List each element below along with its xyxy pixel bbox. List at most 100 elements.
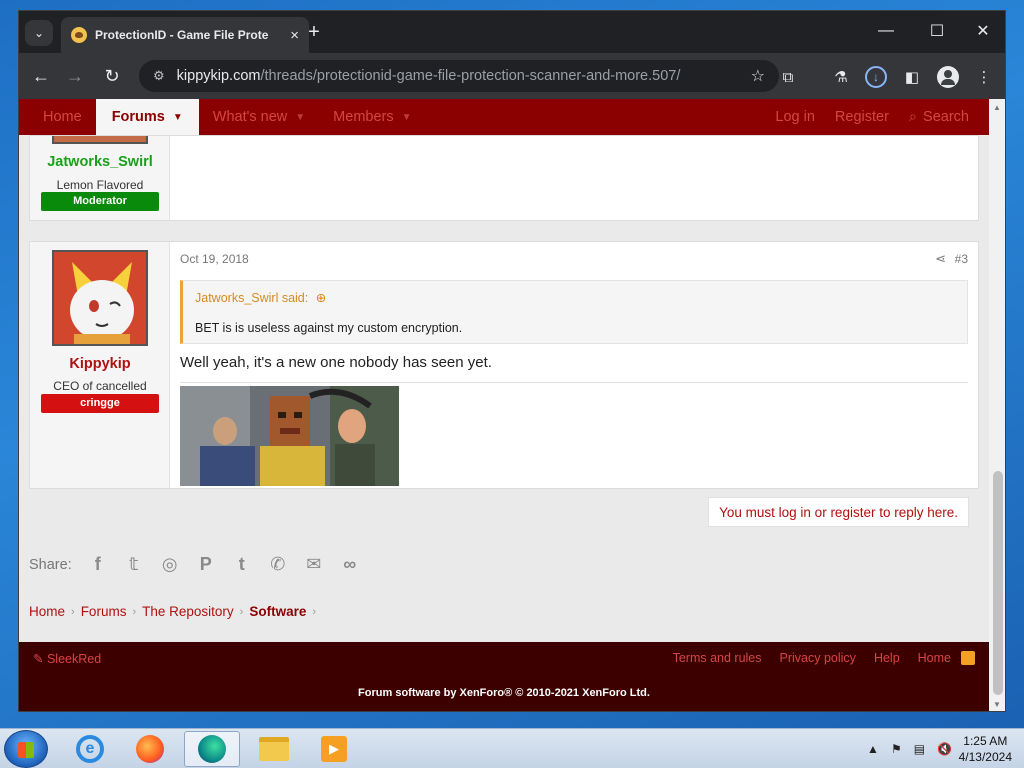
reply-login-prompt[interactable]: You must log in or register to reply her… bbox=[708, 497, 969, 527]
nav-members[interactable]: Members ▼ bbox=[319, 99, 425, 135]
action-center-flag-icon[interactable]: ⚑ bbox=[891, 742, 902, 756]
quote-text: BET is is useless against my custom encr… bbox=[195, 321, 463, 335]
rss-icon[interactable] bbox=[961, 651, 975, 665]
edge-browser-icon[interactable] bbox=[184, 731, 240, 767]
scrollbar-thumb[interactable] bbox=[993, 471, 1003, 695]
url-path: /threads/protectionid-game-file-protecti… bbox=[260, 68, 681, 84]
quote-attribution[interactable]: Jatworks_Swirl said: ⊕ bbox=[195, 290, 326, 305]
twitter-icon[interactable]: 𝕥 bbox=[116, 554, 152, 575]
minimize-button[interactable]: — bbox=[871, 19, 901, 43]
page-footer: ✎ SleekRed Terms and rules Privacy polic… bbox=[19, 642, 989, 711]
breadcrumb-repository[interactable]: The Repository bbox=[142, 604, 234, 619]
chevron-right-icon: › bbox=[312, 605, 317, 618]
tab-title: ProtectionID - Game File Prote bbox=[95, 28, 269, 42]
nav-home[interactable]: Home bbox=[19, 99, 96, 135]
start-button[interactable] bbox=[4, 730, 48, 768]
copyright[interactable]: Forum software by XenForo® © 2010-2021 X… bbox=[19, 687, 989, 699]
file-explorer-icon[interactable] bbox=[246, 731, 302, 767]
privacy-link[interactable]: Privacy policy bbox=[780, 651, 856, 665]
divider bbox=[180, 382, 968, 383]
username-link[interactable]: Kippykip bbox=[30, 356, 170, 372]
username-link[interactable]: Jatworks_Swirl bbox=[30, 154, 170, 170]
blockquote: Jatworks_Swirl said: ⊕ BET is is useless… bbox=[180, 280, 968, 344]
internet-explorer-icon[interactable]: e bbox=[62, 731, 118, 767]
search-link[interactable]: ⌕ Search bbox=[899, 99, 979, 135]
page-viewport: Home Forums ▼ What's new ▼ Members ▼ Log… bbox=[19, 99, 989, 711]
firefox-icon[interactable] bbox=[122, 731, 178, 767]
post-date-link[interactable]: Oct 19, 2018 bbox=[180, 252, 249, 266]
style-chooser-link[interactable]: ✎ SleekRed bbox=[33, 651, 101, 666]
arrow-up-circle-icon[interactable]: ⊕ bbox=[316, 291, 326, 305]
back-icon[interactable]: ← bbox=[27, 62, 55, 90]
search-icon: ⌕ bbox=[908, 109, 918, 125]
site-info-icon[interactable]: ⚙ bbox=[153, 68, 165, 84]
network-icon[interactable]: ▤ bbox=[914, 742, 925, 756]
address-bar[interactable]: ⚙ kippykip.com/threads/protectionid-game… bbox=[139, 60, 779, 92]
download-icon[interactable]: ↓ bbox=[865, 66, 887, 88]
system-clock[interactable]: 1:25 AM 4/13/2024 bbox=[959, 733, 1012, 765]
tab-search-button[interactable]: ⌄ bbox=[25, 20, 53, 46]
reload-icon[interactable]: ↻ bbox=[98, 62, 126, 90]
breadcrumb-software[interactable]: Software bbox=[249, 604, 306, 619]
chevron-right-icon: › bbox=[239, 605, 244, 618]
new-tab-button[interactable]: + bbox=[301, 19, 327, 45]
help-link[interactable]: Help bbox=[874, 651, 900, 665]
site-favicon-icon bbox=[71, 27, 87, 43]
active-tab[interactable]: ProtectionID - Game File Prote × bbox=[61, 17, 309, 53]
chevron-down-icon[interactable]: ▼ bbox=[402, 112, 412, 123]
system-tray: ▲ ⚑ ▤ 🔇 bbox=[855, 729, 952, 768]
reddit-icon[interactable]: ◎ bbox=[152, 554, 188, 575]
bookmark-star-icon[interactable]: ☆ bbox=[751, 66, 765, 86]
forward-icon[interactable]: → bbox=[61, 62, 89, 90]
nav-whats-new[interactable]: What's new ▼ bbox=[199, 99, 319, 135]
facebook-icon[interactable]: f bbox=[80, 554, 116, 575]
tab-close-icon[interactable]: × bbox=[290, 27, 299, 44]
post-user-info: Jatworks_Swirl Lemon Flavored Moderator bbox=[30, 136, 170, 220]
post-number-link[interactable]: #3 bbox=[955, 252, 968, 266]
whatsapp-icon[interactable]: ✆ bbox=[260, 554, 296, 575]
volume-muted-icon[interactable]: 🔇 bbox=[937, 742, 952, 756]
breadcrumb-forums[interactable]: Forums bbox=[81, 604, 127, 619]
extensions-icon[interactable]: ⧉ bbox=[777, 66, 799, 88]
share-post-icon[interactable]: ⋖ bbox=[935, 251, 946, 267]
maximize-button[interactable]: ☐ bbox=[922, 19, 952, 43]
footer-home-link[interactable]: Home bbox=[918, 651, 951, 665]
scroll-down-icon[interactable]: ▼ bbox=[993, 700, 1001, 709]
profile-avatar[interactable] bbox=[937, 66, 959, 88]
clock-date: 4/13/2024 bbox=[958, 750, 1012, 764]
show-hidden-icons-icon[interactable]: ▲ bbox=[867, 742, 879, 756]
user-banner: Moderator bbox=[41, 192, 159, 211]
post-body: Oct 19, 2018 ⋖ #3 Jatworks_Swirl said: ⊕… bbox=[180, 242, 978, 488]
user-banner: cringge bbox=[41, 394, 159, 413]
meme-image bbox=[180, 386, 399, 486]
post-message: Jatworks_Swirl Lemon Flavored Moderator bbox=[29, 135, 979, 221]
register-link[interactable]: Register bbox=[825, 99, 899, 135]
chevron-down-icon[interactable]: ▼ bbox=[173, 112, 183, 123]
nav-forums[interactable]: Forums ▼ bbox=[95, 99, 199, 135]
tumblr-icon[interactable]: t bbox=[224, 554, 260, 575]
avatar[interactable] bbox=[52, 250, 148, 346]
link-icon[interactable]: ∞ bbox=[332, 554, 368, 575]
post-user-info: Kippykip CEO of cancelled cringge bbox=[30, 242, 170, 488]
menu-kebab-icon[interactable]: ⋮ bbox=[973, 66, 995, 88]
side-panel-icon[interactable]: ◧ bbox=[901, 66, 923, 88]
pinterest-icon[interactable]: P bbox=[188, 554, 224, 575]
breadcrumb: Home › Forums › The Repository › Softwar… bbox=[29, 604, 322, 619]
avatar[interactable] bbox=[52, 136, 148, 144]
breadcrumb-home[interactable]: Home bbox=[29, 604, 65, 619]
terms-link[interactable]: Terms and rules bbox=[673, 651, 762, 665]
nav-forums-label: Forums bbox=[111, 109, 165, 125]
page-scrollbar[interactable]: ▲ ▼ bbox=[989, 99, 1005, 711]
login-link[interactable]: Log in bbox=[765, 99, 825, 135]
forum-navbar: Home Forums ▼ What's new ▼ Members ▼ Log… bbox=[19, 99, 989, 135]
url-host: kippykip.com bbox=[176, 68, 261, 84]
style-name: SleekRed bbox=[46, 652, 102, 666]
windows-taskbar: e ▶ ▲ ⚑ ▤ 🔇 1:25 AM 4/13/2024 bbox=[0, 728, 1024, 768]
labs-flask-icon[interactable]: ⚗ bbox=[830, 66, 852, 88]
post-image[interactable] bbox=[180, 386, 399, 486]
email-icon[interactable]: ✉ bbox=[296, 554, 332, 575]
close-window-button[interactable]: ✕ bbox=[968, 19, 998, 43]
chevron-down-icon[interactable]: ▼ bbox=[295, 112, 305, 123]
scroll-up-icon[interactable]: ▲ bbox=[993, 103, 1001, 112]
media-player-icon[interactable]: ▶ bbox=[306, 731, 362, 767]
